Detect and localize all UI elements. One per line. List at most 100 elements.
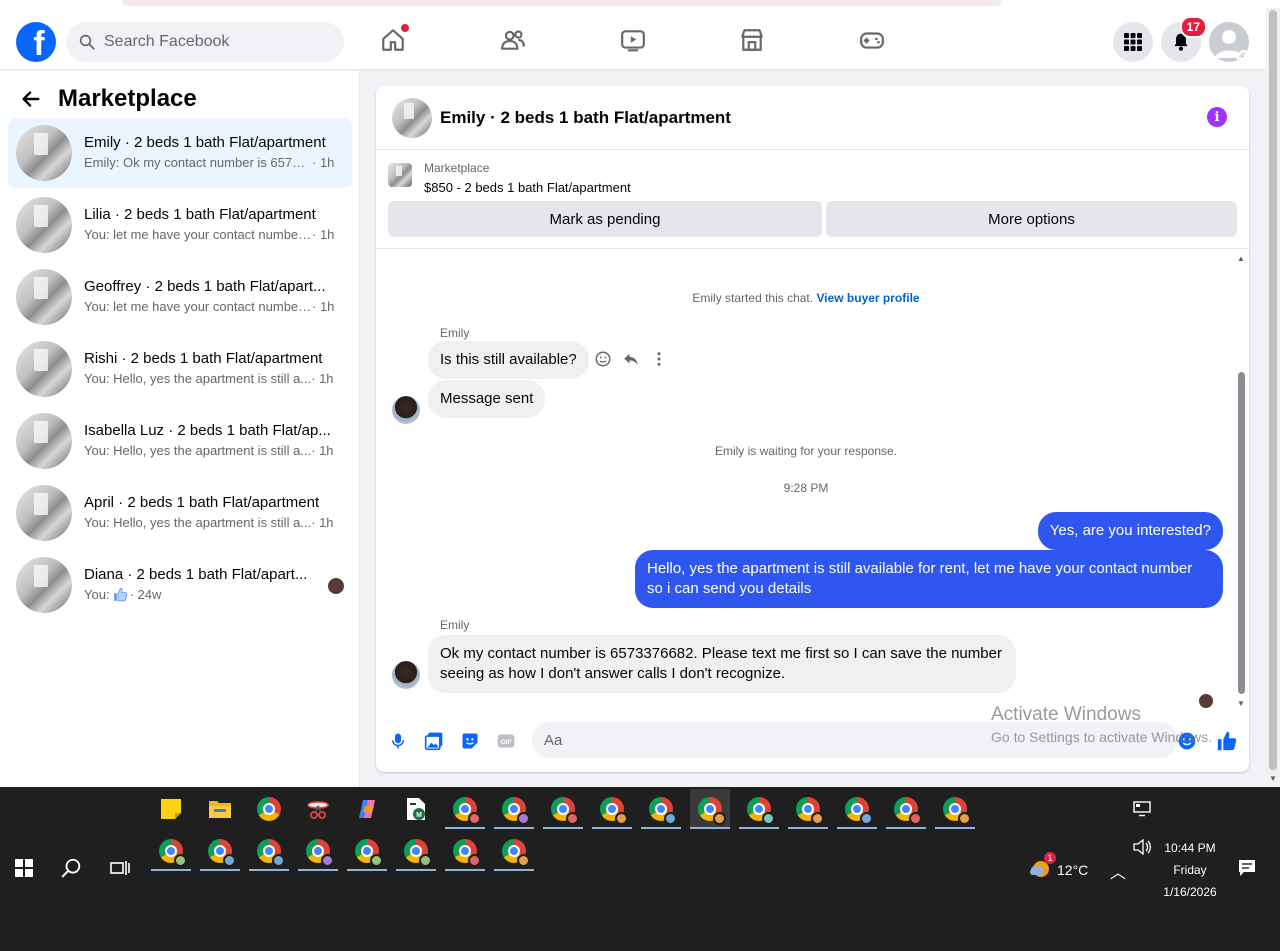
friends-nav[interactable] [499, 26, 527, 54]
attach-photo-button[interactable] [423, 730, 445, 752]
copilot-app[interactable] [347, 789, 387, 829]
action-center-icon [1239, 860, 1255, 876]
sticker-button[interactable] [459, 730, 481, 752]
start-button[interactable] [4, 848, 44, 888]
more-options-button[interactable]: More options [826, 201, 1237, 237]
chrome-app[interactable] [249, 789, 289, 829]
network-tray-button[interactable] [1122, 789, 1162, 829]
snipping-tool-app[interactable] [298, 789, 338, 829]
chrome-icon [943, 797, 971, 825]
volume-icon[interactable] [1132, 838, 1152, 858]
notifications-button[interactable]: 17 [1161, 16, 1207, 62]
chat-panel: Emily · 2 beds 1 bath Flat/apartment i M… [376, 86, 1249, 772]
account-avatar[interactable]: ▾ [1209, 22, 1249, 62]
chat-header[interactable]: Emily · 2 beds 1 bath Flat/apartment i [376, 86, 1249, 150]
folder-icon [209, 801, 231, 818]
chrome-profile-app[interactable] [543, 789, 583, 829]
conversation-item[interactable]: Isabella Luz · 2 beds 1 bath Flat/ap... … [8, 406, 352, 476]
chrome-profile-app[interactable] [886, 789, 926, 829]
chrome-profile-app[interactable] [494, 831, 534, 871]
conversation-item[interactable]: Rishi · 2 beds 1 bath Flat/apartment You… [8, 334, 352, 404]
voice-clip-button[interactable] [387, 730, 409, 752]
chrome-profile-app[interactable] [445, 831, 485, 871]
chevron-up-icon[interactable]: ︿ [1110, 859, 1126, 883]
conversation-item[interactable]: Emily · 2 beds 1 bath Flat/apartment Emi… [8, 118, 352, 188]
incoming-message[interactable]: Message sent [428, 380, 546, 418]
page-scrollbar[interactable]: ▼ [1266, 8, 1280, 787]
gif-button[interactable]: GIF [495, 730, 517, 752]
gaming-icon [860, 32, 884, 49]
chrome-icon [159, 839, 187, 867]
chrome-profile-app[interactable] [445, 789, 485, 829]
clock-time[interactable]: 10:44 PM [1158, 841, 1222, 855]
page-title: Marketplace [58, 85, 197, 112]
conversation-item[interactable]: Geoffrey · 2 beds 1 bath Flat/apart... Y… [8, 262, 352, 332]
message-input[interactable] [544, 731, 1104, 749]
chrome-profile-app[interactable] [788, 789, 828, 829]
weather-widget[interactable]: 1 [1020, 848, 1060, 888]
conversation-item[interactable]: Diana · 2 beds 1 bath Flat/apart... You:… [8, 550, 352, 620]
gif-icon: GIF [497, 734, 515, 748]
chrome-profile-app[interactable] [396, 831, 436, 871]
menu-button[interactable] [1113, 22, 1153, 62]
mark-as-pending-button[interactable]: Mark as pending [388, 201, 822, 237]
chrome-profile-app[interactable] [641, 789, 681, 829]
message-actions [594, 350, 668, 368]
task-view-button[interactable] [100, 848, 140, 888]
video-nav[interactable] [619, 26, 647, 54]
sticky-notes-app[interactable] [151, 789, 191, 829]
video-icon [621, 30, 645, 52]
react-emoji-icon[interactable] [594, 350, 612, 368]
chrome-profile-app[interactable] [494, 789, 534, 829]
incoming-message[interactable]: Is this still available? [428, 341, 589, 379]
facebook-logo[interactable]: f [16, 22, 56, 62]
listing-price[interactable]: $850 - 2 beds 1 bath Flat/apartment [424, 180, 631, 195]
taskbar-search-button[interactable] [52, 848, 92, 888]
emily-avatar[interactable] [392, 396, 420, 424]
chrome-icon [894, 797, 922, 825]
reply-icon[interactable] [622, 350, 640, 368]
emoji-button[interactable] [1176, 730, 1198, 752]
chrome-profile-app[interactable] [739, 789, 779, 829]
listing-thumbnail[interactable] [388, 163, 412, 187]
chrome-profile-app[interactable] [347, 831, 387, 871]
outgoing-message[interactable]: Yes, are you interested? [1037, 512, 1223, 550]
chrome-profile-app[interactable] [151, 831, 191, 871]
marketplace-nav[interactable] [738, 26, 766, 54]
marketplace-icon [741, 29, 763, 51]
conversation-item[interactable]: April · 2 beds 1 bath Flat/apartment You… [8, 478, 352, 548]
outgoing-message[interactable]: Hello, yes the apartment is still availa… [635, 550, 1223, 608]
search-input[interactable] [104, 33, 324, 51]
message-list: Emily started this chat. View buyer prof… [376, 250, 1249, 710]
gaming-nav[interactable] [858, 26, 886, 54]
incoming-message[interactable]: Ok my contact number is 6573376682. Plea… [428, 635, 1016, 693]
listing-thumbnail [16, 125, 72, 181]
notification-badge: 17 [1179, 16, 1207, 38]
more-dots-icon[interactable] [650, 350, 668, 368]
chrome-profile-app[interactable] [592, 789, 632, 829]
chrome-profile-app[interactable] [690, 789, 730, 829]
conversation-item[interactable]: Lilia · 2 beds 1 bath Flat/apartment You… [8, 190, 352, 260]
facebook-header: f 17 ▾ [0, 8, 1266, 70]
chrome-profile-app[interactable] [200, 831, 240, 871]
back-arrow-icon[interactable] [20, 88, 42, 110]
snipping-tool-icon [307, 801, 329, 819]
chat-scrollbar[interactable]: ▲ ▼ [1237, 254, 1245, 708]
notification-center-button[interactable] [1227, 848, 1267, 888]
chrome-profile-app[interactable] [298, 831, 338, 871]
view-buyer-profile-link[interactable]: View buyer profile [816, 291, 919, 305]
info-icon[interactable]: i [1207, 107, 1227, 127]
send-like-button[interactable] [1216, 730, 1238, 752]
windows-logo-icon [15, 859, 33, 877]
chrome-profile-app[interactable] [837, 789, 877, 829]
chrome-profile-app[interactable] [249, 831, 289, 871]
emily-avatar[interactable] [392, 661, 420, 689]
chrome-profile-app[interactable] [935, 789, 975, 829]
search-box[interactable] [66, 22, 344, 62]
home-nav[interactable] [379, 24, 409, 54]
file-explorer-app[interactable] [200, 789, 240, 829]
chrome-icon [502, 839, 530, 867]
document-app[interactable]: M [396, 789, 436, 829]
listing-thumbnail [16, 413, 72, 469]
message-input-box[interactable] [532, 722, 1178, 758]
